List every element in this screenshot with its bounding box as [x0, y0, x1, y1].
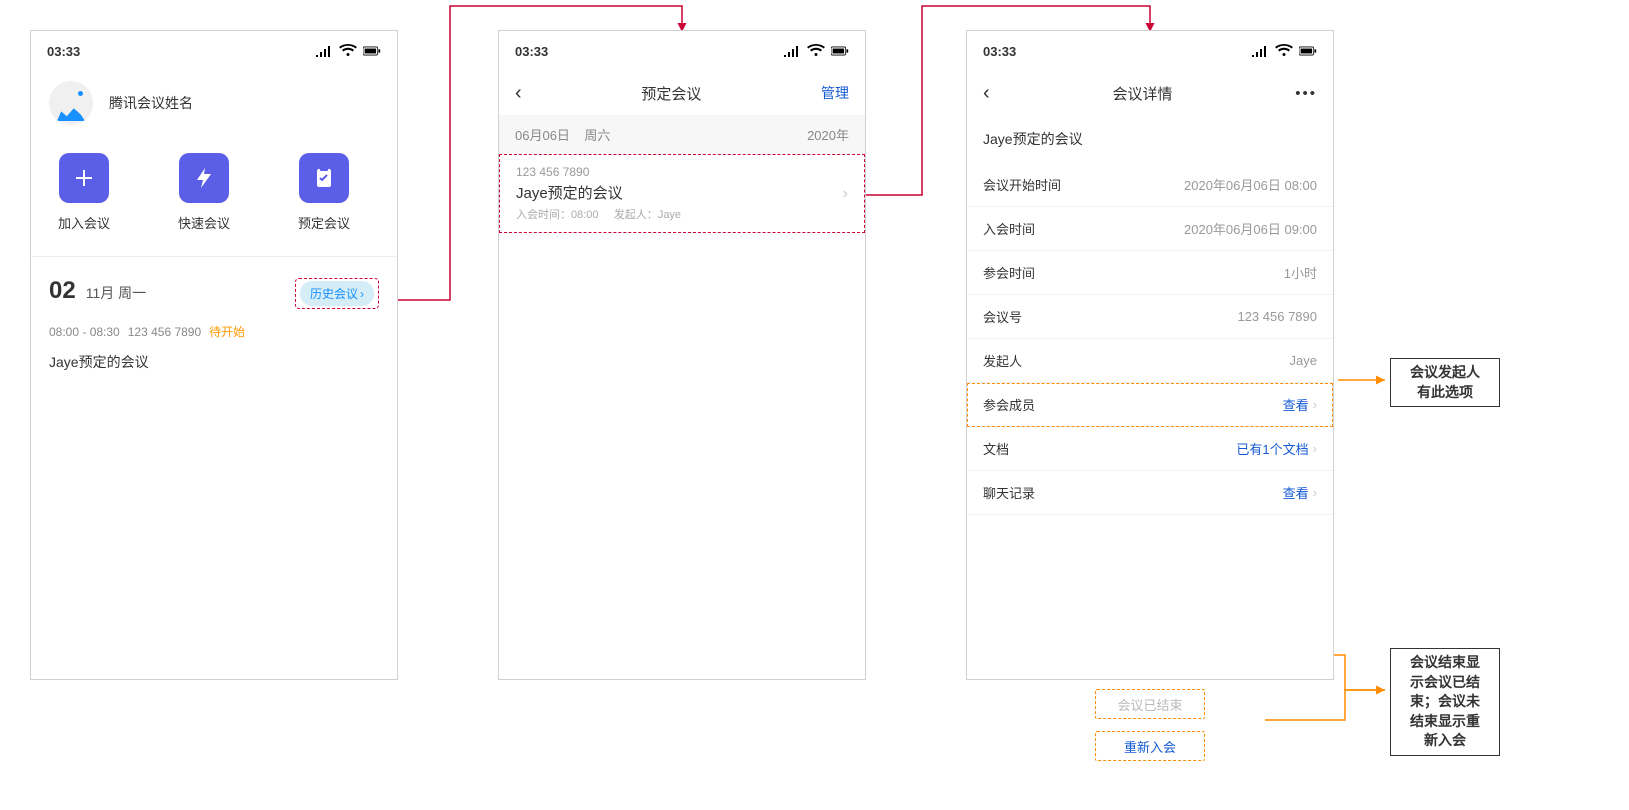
row-join-time: 入会时间 2020年06月06日 09:00 — [967, 207, 1333, 251]
row-documents[interactable]: 文档 已有1个文档› — [967, 427, 1333, 471]
footer-buttons: 会议已结束 重新入会 — [1095, 689, 1205, 761]
navbar: ‹ 预定会议 管理 — [499, 71, 865, 115]
quick-label: 快速会议 — [178, 213, 230, 232]
wifi-icon — [807, 44, 825, 58]
screen-detail: 03:33 ‹ 会议详情 ••• Jaye预定的会议 会议开始时间 2020年0… — [966, 30, 1334, 680]
navbar: ‹ 会议详情 ••• — [967, 71, 1333, 115]
nav-title: 会议详情 — [1112, 83, 1172, 104]
meeting-status: 待开始 — [209, 323, 245, 340]
chevron-right-icon: › — [360, 287, 364, 301]
schedule-meeting-action[interactable]: 预定会议 — [289, 153, 359, 232]
battery-icon — [1299, 44, 1317, 58]
chevron-right-icon: › — [1313, 441, 1317, 456]
item-title: Jaye预定的会议 — [516, 182, 848, 203]
chevron-right-icon: › — [843, 185, 848, 203]
back-button[interactable]: ‹ — [515, 82, 522, 105]
signal-icon — [315, 44, 333, 58]
rejoin-button[interactable]: 重新入会 — [1095, 731, 1205, 761]
actions-row: 加入会议 快速会议 预定会议 — [31, 143, 397, 257]
date-section-header: 06月06日 周六 2020年 — [499, 115, 865, 154]
chevron-right-icon: › — [1313, 397, 1317, 412]
row-meeting-id: 会议号 123 456 7890 — [967, 295, 1333, 339]
meeting-ended-button: 会议已结束 — [1095, 689, 1205, 719]
profile-name: 腾讯会议姓名 — [109, 93, 193, 113]
quick-meeting-action[interactable]: 快速会议 — [169, 153, 239, 232]
history-label: 历史会议 — [310, 285, 358, 302]
join-label: 加入会议 — [58, 213, 110, 232]
section-date: 06月06日 — [515, 128, 570, 143]
status-time: 03:33 — [983, 44, 1016, 59]
status-icons — [1251, 44, 1317, 58]
signal-icon — [1251, 44, 1269, 58]
chevron-right-icon: › — [1313, 485, 1317, 500]
profile-row[interactable]: 腾讯会议姓名 — [31, 71, 397, 143]
item-id: 123 456 7890 — [516, 165, 848, 179]
manage-button[interactable]: 管理 — [821, 83, 849, 103]
row-members[interactable]: 参会成员 查看› — [967, 383, 1333, 427]
row-host: 发起人 Jaye — [967, 339, 1333, 383]
date-row: 02 11月 周一 历史会议 › — [31, 257, 397, 317]
meeting-list-item[interactable]: 123 456 7890 Jaye预定的会议 入会时间：08:00 发起人：Ja… — [499, 154, 865, 233]
status-time: 03:33 — [515, 44, 548, 59]
row-chat[interactable]: 聊天记录 查看› — [967, 471, 1333, 515]
nav-title: 预定会议 — [641, 83, 701, 104]
screen-home: 03:33 腾讯会议姓名 加入会议 快速会议 — [30, 30, 398, 680]
schedule-label: 预定会议 — [298, 213, 350, 232]
detail-title: Jaye预定的会议 — [967, 115, 1333, 163]
meeting-meta: 08:00 - 08:30 123 456 7890 待开始 — [31, 317, 397, 346]
status-icons — [783, 44, 849, 58]
battery-icon — [831, 44, 849, 58]
signal-icon — [783, 44, 801, 58]
date-text: 11月 周一 — [86, 283, 146, 303]
status-bar: 03:33 — [499, 31, 865, 71]
row-duration: 参会时间 1小时 — [967, 251, 1333, 295]
back-button[interactable]: ‹ — [983, 82, 990, 105]
annotation-members: 会议发起人 有此选项 — [1390, 358, 1500, 407]
flow-diagram: 03:33 腾讯会议姓名 加入会议 快速会议 — [30, 30, 1599, 680]
more-button[interactable]: ••• — [1295, 85, 1317, 102]
status-time: 03:33 — [47, 44, 80, 59]
plus-icon — [59, 153, 109, 203]
status-bar: 03:33 — [31, 31, 397, 71]
history-highlight: 历史会议 › — [295, 278, 379, 309]
meeting-title[interactable]: Jaye预定的会议 — [31, 346, 397, 378]
annotation-footer: 会议结束显 示会议已结 束；会议未 结束显示重 新入会 — [1390, 648, 1500, 756]
join-meeting-action[interactable]: 加入会议 — [49, 153, 119, 232]
section-year: 2020年 — [807, 125, 849, 144]
status-bar: 03:33 — [967, 31, 1333, 71]
lightning-icon — [179, 153, 229, 203]
section-day: 周六 — [584, 128, 610, 143]
battery-icon — [363, 44, 381, 58]
wifi-icon — [1275, 44, 1293, 58]
row-start-time: 会议开始时间 2020年06月06日 08:00 — [967, 163, 1333, 207]
status-icons — [315, 44, 381, 58]
screen-history: 03:33 ‹ 预定会议 管理 06月06日 周六 2020年 123 456 … — [498, 30, 866, 680]
item-subtitle: 入会时间：08:00 发起人：Jaye — [516, 206, 848, 222]
date-number: 02 — [49, 277, 76, 305]
meeting-id: 123 456 7890 — [128, 325, 201, 339]
avatar[interactable] — [49, 81, 93, 125]
clipboard-icon — [299, 153, 349, 203]
wifi-icon — [339, 44, 357, 58]
meeting-time: 08:00 - 08:30 — [49, 325, 120, 339]
history-meetings-button[interactable]: 历史会议 › — [300, 281, 374, 306]
